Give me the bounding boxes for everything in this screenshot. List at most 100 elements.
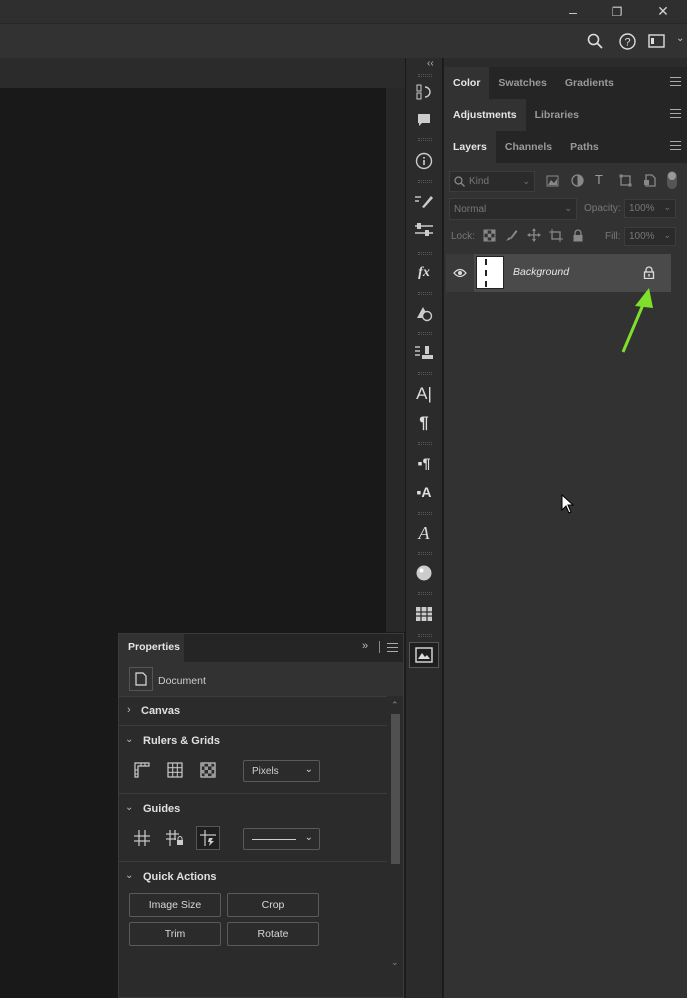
expand-icon[interactable]: » — [362, 640, 368, 652]
scroll-up-icon[interactable]: ⌃ — [391, 700, 399, 711]
canvas-scrollbar[interactable] — [386, 88, 405, 632]
lock-pixels-icon[interactable] — [505, 229, 518, 245]
lock-guides-icon[interactable] — [164, 827, 186, 849]
panel-menu-icon[interactable] — [670, 109, 681, 118]
section-quick-actions[interactable]: Quick Actions — [143, 871, 217, 883]
lock-artboard-icon[interactable] — [549, 229, 563, 245]
chevron-down-icon[interactable]: ⌄ — [125, 734, 133, 745]
visibility-eye-icon[interactable] — [446, 254, 474, 292]
rotate-button[interactable]: Rotate — [227, 922, 319, 946]
guide-style-select[interactable]: ⌄ — [243, 828, 320, 850]
comments-icon[interactable] — [405, 107, 443, 133]
properties-panel-icon[interactable] — [409, 642, 439, 668]
blend-mode-select[interactable]: Normal ⌄ — [449, 198, 577, 220]
grip-icon[interactable] — [418, 634, 432, 637]
grip-icon[interactable] — [418, 292, 432, 295]
tab-paths[interactable]: Paths — [561, 131, 608, 163]
collapse-icon[interactable]: ‹‹ — [427, 58, 434, 69]
shapes-icon[interactable] — [405, 300, 443, 326]
paragraph-icon[interactable]: ¶ — [405, 410, 443, 436]
filter-type-icon[interactable]: T — [595, 172, 603, 187]
ruler-icon[interactable] — [131, 759, 153, 781]
timeline-icon[interactable] — [405, 601, 443, 627]
history-icon[interactable] — [405, 79, 443, 105]
layer-name[interactable]: Background — [513, 266, 569, 278]
chevron-down-icon[interactable]: ⌄ — [676, 33, 684, 44]
filter-toggle-switch[interactable] — [667, 171, 677, 189]
fill-label: Fill: — [605, 231, 621, 242]
tab-layers[interactable]: Layers — [444, 131, 496, 163]
blend-mode-value: Normal — [454, 203, 487, 215]
smart-guides-icon[interactable] — [196, 826, 220, 850]
character-icon[interactable]: A| — [405, 381, 443, 407]
panel-menu-icon[interactable] — [670, 141, 681, 150]
pixel-grid-icon[interactable] — [197, 759, 219, 781]
chevron-down-icon[interactable]: ⌄ — [125, 802, 133, 813]
grid-icon[interactable] — [164, 759, 186, 781]
lock-position-icon[interactable] — [527, 228, 541, 245]
grip-icon[interactable] — [418, 512, 432, 515]
trim-button[interactable]: Trim — [129, 922, 221, 946]
filter-pixel-icon[interactable] — [546, 175, 559, 190]
tab-libraries[interactable]: Libraries — [526, 99, 588, 131]
grip-icon[interactable] — [418, 372, 432, 375]
grip-icon[interactable] — [418, 74, 432, 77]
character-styles-icon[interactable]: ▪A — [405, 479, 443, 505]
restore-button[interactable]: ❐ — [602, 0, 632, 23]
chevron-down-icon: ⌄ — [564, 203, 572, 213]
lock-transparent-icon[interactable] — [483, 229, 496, 245]
units-select[interactable]: Pixels ⌄ — [243, 760, 320, 782]
tool-presets-icon[interactable] — [405, 217, 443, 243]
close-button[interactable]: ✕ — [648, 0, 678, 23]
minimize-button[interactable]: – — [558, 0, 588, 23]
document-icon — [129, 667, 153, 691]
divider — [119, 696, 387, 697]
tab-channels[interactable]: Channels — [496, 131, 561, 163]
filter-smart-object-icon[interactable] — [643, 174, 656, 190]
tab-gradients[interactable]: Gradients — [556, 67, 623, 99]
grip-icon[interactable] — [418, 252, 432, 255]
opacity-value: 100% — [629, 203, 655, 214]
scrollbar-thumb[interactable] — [391, 714, 400, 864]
help-icon[interactable]: ? — [615, 30, 639, 52]
grip-icon[interactable] — [418, 138, 432, 141]
filter-adjustment-icon[interactable] — [571, 174, 584, 190]
brush-settings-icon[interactable] — [405, 188, 443, 214]
document-label: Document — [158, 675, 206, 687]
opacity-input[interactable]: 100% ⌄ — [624, 199, 676, 218]
layer-thumbnail[interactable] — [476, 256, 504, 289]
materials-icon[interactable] — [405, 560, 443, 586]
grip-icon[interactable] — [418, 592, 432, 595]
filter-shape-icon[interactable] — [619, 174, 632, 190]
tab-swatches[interactable]: Swatches — [489, 67, 555, 99]
section-canvas[interactable]: Canvas — [141, 705, 180, 717]
glyphs-icon[interactable]: A — [405, 520, 443, 546]
fill-input[interactable]: 100% ⌄ — [624, 227, 676, 246]
chevron-right-icon[interactable]: › — [127, 704, 131, 716]
workspace-icon[interactable] — [645, 30, 669, 52]
paragraph-styles-icon[interactable]: ▪¶ — [405, 450, 443, 476]
scroll-down-icon[interactable]: ⌄ — [391, 957, 399, 968]
lock-icon[interactable] — [643, 266, 655, 282]
grip-icon[interactable] — [418, 442, 432, 445]
panel-menu-icon[interactable] — [670, 77, 681, 86]
layer-filter-select[interactable]: Kind ⌄ — [449, 171, 535, 192]
crop-button[interactable]: Crop — [227, 893, 319, 917]
tab-adjustments[interactable]: Adjustments — [444, 99, 526, 131]
clone-source-icon[interactable] — [405, 340, 443, 366]
panel-menu-icon[interactable] — [387, 643, 398, 652]
styles-icon[interactable]: fx — [405, 260, 443, 286]
info-icon[interactable] — [405, 148, 443, 174]
guides-icon[interactable] — [131, 827, 153, 849]
lock-all-icon[interactable] — [572, 229, 584, 245]
grip-icon[interactable] — [418, 552, 432, 555]
search-icon[interactable] — [583, 30, 607, 52]
grip-icon[interactable] — [418, 332, 432, 335]
section-guides[interactable]: Guides — [143, 803, 180, 815]
tab-color[interactable]: Color — [444, 67, 490, 99]
section-rulers-grids[interactable]: Rulers & Grids — [143, 735, 220, 747]
grip-icon[interactable] — [418, 180, 432, 183]
chevron-down-icon[interactable]: ⌄ — [125, 870, 133, 881]
image-size-button[interactable]: Image Size — [129, 893, 221, 917]
units-value: Pixels — [252, 765, 279, 777]
